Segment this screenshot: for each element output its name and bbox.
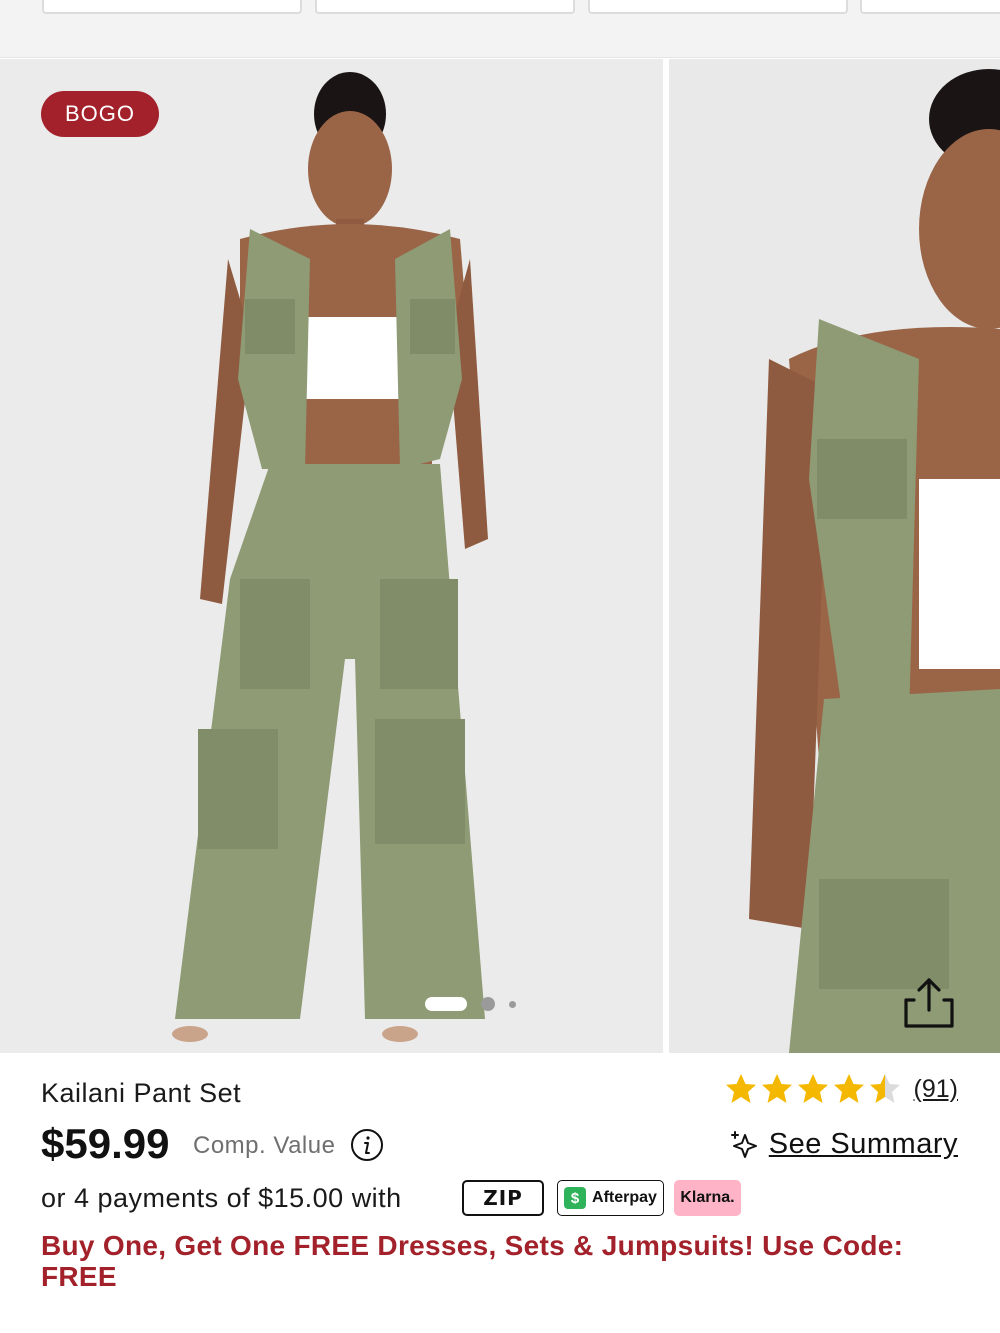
product-rating[interactable]: (91) <box>724 1072 958 1106</box>
star-icon <box>761 1074 792 1103</box>
carousel-indicator <box>425 994 516 1014</box>
comp-value-label: Comp. Value <box>193 1132 336 1159</box>
bogo-badge: BOGO <box>41 91 159 137</box>
product-image-secondary[interactable] <box>669 59 1000 1053</box>
product-image-carousel[interactable]: BOGO <box>0 59 1000 1053</box>
see-summary-link[interactable]: See Summary <box>729 1128 958 1161</box>
carousel-dot[interactable] <box>509 1000 516 1008</box>
product-price: $59.99 <box>41 1120 170 1167</box>
see-summary-label[interactable]: See Summary <box>769 1128 958 1161</box>
filter-chip[interactable] <box>588 0 848 14</box>
zip-logo[interactable]: ZIP <box>462 1180 544 1216</box>
filter-chip[interactable] <box>315 0 575 14</box>
star-icon <box>797 1074 828 1103</box>
installment-text: or 4 payments of $15.00 with <box>41 1183 402 1213</box>
promo-text: Buy One, Get One FREE Dresses, Sets & Ju… <box>41 1230 904 1292</box>
carousel-dot[interactable] <box>481 997 495 1011</box>
carousel-dot-active[interactable] <box>425 997 467 1011</box>
product-image-main[interactable]: BOGO <box>0 59 663 1053</box>
sparkle-icon <box>730 1130 757 1158</box>
klarna-logo[interactable]: Klarna. <box>674 1180 741 1216</box>
afterpay-logo[interactable]: $ Afterpay <box>557 1180 664 1216</box>
top-filter-strip <box>0 0 1000 58</box>
rating-stars <box>724 1072 902 1106</box>
afterpay-mark-icon: $ <box>564 1187 587 1209</box>
star-icon <box>725 1074 756 1103</box>
star-icon <box>869 1074 900 1103</box>
product-title: Kailani Pant Set <box>41 1078 242 1108</box>
filter-chip[interactable] <box>42 0 302 14</box>
info-icon[interactable] <box>350 1128 384 1162</box>
share-icon[interactable] <box>900 974 958 1032</box>
review-count-link[interactable]: (91) <box>914 1075 958 1104</box>
star-icon <box>833 1074 864 1103</box>
afterpay-label: Afterpay <box>592 1189 657 1206</box>
filter-chip[interactable] <box>860 0 1000 14</box>
